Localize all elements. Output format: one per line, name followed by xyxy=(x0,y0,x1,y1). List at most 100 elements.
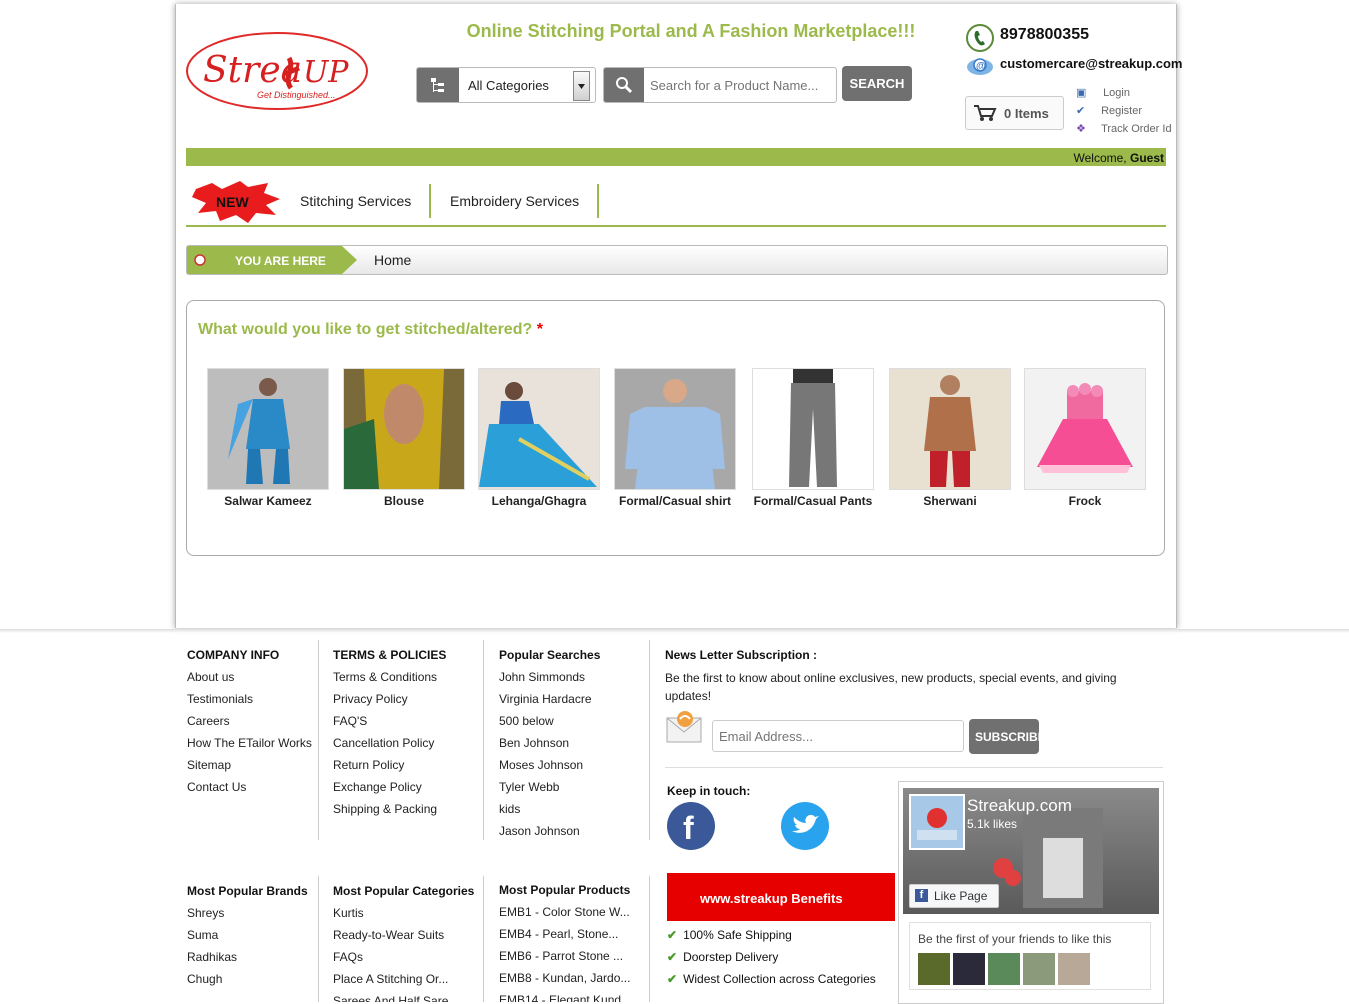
welcome-text: Welcome, Guest xyxy=(1073,151,1165,165)
fb-friend-avatar[interactable] xyxy=(988,953,1020,985)
footer-link[interactable]: EMB4 - Pearl, Stone... xyxy=(499,927,631,941)
footer-link[interactable]: Terms & Conditions xyxy=(333,670,446,684)
footer-link[interactable]: Chugh xyxy=(187,972,308,986)
fb-page-avatar[interactable] xyxy=(909,794,965,850)
fb-page-name[interactable]: Streakup.com xyxy=(967,796,1072,816)
subscribe-button[interactable]: SUBSCRIBE xyxy=(969,719,1046,754)
cart-icon xyxy=(973,104,997,127)
footer-link[interactable]: 500 below xyxy=(499,714,600,728)
fb-friend-avatar[interactable] xyxy=(1023,953,1055,985)
search-input[interactable] xyxy=(648,72,834,98)
newsletter-email-input[interactable] xyxy=(712,720,964,752)
breadcrumb-label: YOU ARE HERE xyxy=(187,246,357,274)
nav-stitching-services[interactable]: Stitching Services xyxy=(282,184,432,218)
facebook-icon[interactable]: f xyxy=(666,801,716,856)
email-address[interactable]: customercare@streakup.com xyxy=(1000,56,1182,71)
footer-link[interactable]: Exchange Policy xyxy=(333,780,446,794)
check-icon: ✔ xyxy=(667,928,678,942)
check-icon: ✔ xyxy=(667,972,678,986)
footer-link[interactable]: About us xyxy=(187,670,312,684)
product-name: Blouse xyxy=(383,494,424,508)
product-formal-pants[interactable]: Formal/Casual Pants xyxy=(751,368,875,508)
footer-heading: Most Popular Products xyxy=(499,883,631,897)
track-order-link[interactable]: ❖ Track Order Id xyxy=(1076,122,1172,135)
footer-link[interactable]: Return Policy xyxy=(333,758,446,772)
streakup-logo[interactable]: Strea UP Get Distinguished... xyxy=(185,30,369,112)
product-blouse[interactable]: Blouse xyxy=(342,368,466,508)
fb-friend-avatar[interactable] xyxy=(953,953,985,985)
product-frock[interactable]: Frock xyxy=(1023,368,1147,508)
footer-heading: Popular Searches xyxy=(499,648,601,662)
fb-friends-text: Be the first of your friends to like thi… xyxy=(918,932,1112,946)
phone-number: 8978800355 xyxy=(1000,26,1089,43)
benefit-item: ✔ Doorstep Delivery xyxy=(667,950,779,964)
benefit-item: ✔ Widest Collection across Categories xyxy=(667,972,876,986)
footer-link[interactable]: Jason Johnson xyxy=(499,824,600,838)
main-nav: NEW Stitching Services Embroidery Servic… xyxy=(186,181,1166,227)
facebook-page-widget: Streakup.com 5.1k likes f Like Page Be t… xyxy=(898,781,1164,1004)
fb-like-page-button[interactable]: f Like Page xyxy=(909,884,999,908)
cart-button[interactable]: 0 Items xyxy=(965,96,1064,130)
breadcrumb-home[interactable]: Home xyxy=(374,252,411,268)
fb-friend-avatar[interactable] xyxy=(918,953,950,985)
newsletter-mail-icon xyxy=(665,710,703,749)
footer-link[interactable]: Cancellation Policy xyxy=(333,736,446,750)
footer-link[interactable]: EMB1 - Color Stone W... xyxy=(499,905,631,919)
footer-link[interactable]: Privacy Policy xyxy=(333,692,446,706)
footer-heading: TERMS & POLICIES xyxy=(333,648,447,662)
nav-embroidery-services[interactable]: Embroidery Services xyxy=(432,184,600,218)
footer-link[interactable]: Shreys xyxy=(187,906,308,920)
register-link[interactable]: ✔ Register xyxy=(1076,104,1142,117)
chevron-down-icon[interactable] xyxy=(573,71,590,101)
product-lehanga[interactable]: Lehanga/Ghagra xyxy=(477,368,601,508)
product-sherwani[interactable]: Sherwani xyxy=(888,368,1012,508)
footer-link[interactable]: Kurtis xyxy=(333,906,474,920)
product-salwar-kameez[interactable]: Salwar Kameez xyxy=(206,368,330,508)
welcome-bar: Welcome, Guest xyxy=(186,148,1166,166)
footer-divider xyxy=(0,629,1349,633)
search-icon[interactable] xyxy=(604,68,644,102)
search-box xyxy=(603,67,837,103)
divider xyxy=(318,640,319,840)
footer-link[interactable]: Ben Johnson xyxy=(499,736,600,750)
footer-link[interactable]: Place A Stitching Or... xyxy=(333,972,474,986)
new-badge: NEW xyxy=(192,181,282,223)
footer-link[interactable]: Virginia Hardacre xyxy=(499,692,600,706)
fb-friends-box: Be the first of your friends to like thi… xyxy=(909,922,1151,990)
twitter-icon[interactable] xyxy=(780,801,830,856)
footer-link[interactable]: kids xyxy=(499,802,600,816)
fb-friend-avatar[interactable] xyxy=(1058,953,1090,985)
footer-link[interactable]: EMB8 - Kundan, Jardo... xyxy=(499,971,631,985)
footer-link[interactable]: How The ETailor Works xyxy=(187,736,312,750)
footer-link[interactable]: EMB6 - Parrot Stone ... xyxy=(499,949,631,963)
footer-link[interactable]: Ready-to-Wear Suits xyxy=(333,928,474,942)
check-icon: ✔ xyxy=(667,950,678,964)
footer-link[interactable]: Tyler Webb xyxy=(499,780,600,794)
login-link[interactable]: ▣ Login xyxy=(1076,86,1130,99)
footer-link[interactable]: Careers xyxy=(187,714,312,728)
footer-link[interactable]: Sitemap xyxy=(187,758,312,772)
footer-link[interactable]: Sarees And Half Sare... xyxy=(333,994,474,1002)
category-select-value: All Categories xyxy=(468,78,549,93)
footer-link[interactable]: Radhikas xyxy=(187,950,308,964)
footer-link[interactable]: Contact Us xyxy=(187,780,312,794)
footer-heading: Most Popular Brands xyxy=(187,884,308,898)
product-formal-shirt[interactable]: Formal/Casual shirt xyxy=(613,368,737,508)
footer-popular-categories: Most Popular Categories Kurtis Ready-to-… xyxy=(333,884,474,1002)
salwar-kameez-image xyxy=(207,368,329,490)
footer-link[interactable]: Shipping & Packing xyxy=(333,802,446,816)
frock-image xyxy=(1024,368,1146,490)
footer-link[interactable]: John Simmonds xyxy=(499,670,600,684)
fb-icon: f xyxy=(915,889,928,902)
footer-company-info: COMPANY INFO About us Testimonials Caree… xyxy=(187,648,312,794)
lehanga-image xyxy=(478,368,600,490)
footer-link[interactable]: Suma xyxy=(187,928,308,942)
footer-link[interactable]: Testimonials xyxy=(187,692,312,706)
search-button[interactable]: SEARCH xyxy=(842,66,912,101)
panel-question: What would you like to get stitched/alte… xyxy=(198,321,543,338)
footer-link[interactable]: FAQs xyxy=(333,950,474,964)
category-select[interactable]: All Categories xyxy=(416,67,596,103)
footer-link[interactable]: FAQ'S xyxy=(333,714,446,728)
footer-link[interactable]: EMB14 - Elegant Kund... xyxy=(499,993,631,1002)
footer-link[interactable]: Moses Johnson xyxy=(499,758,600,772)
